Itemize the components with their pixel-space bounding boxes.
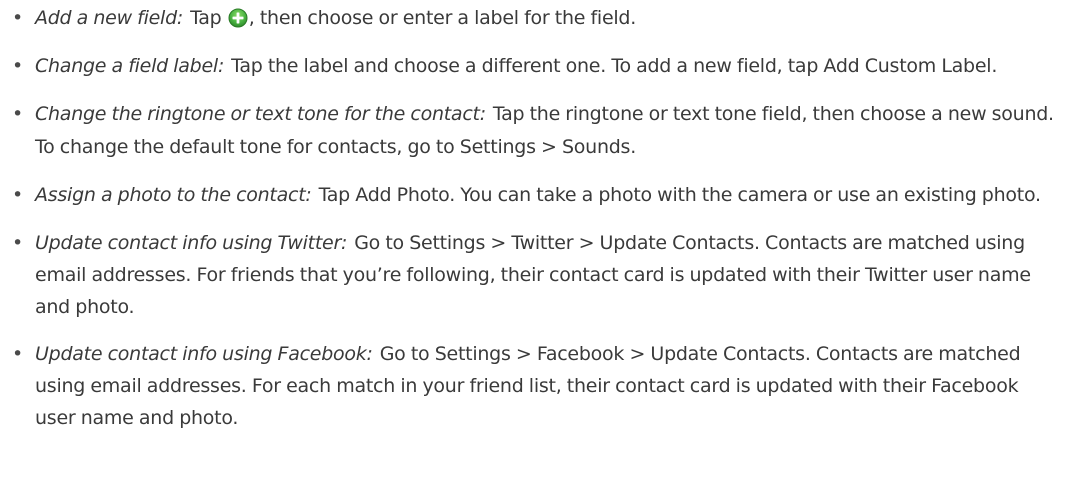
list-item-add-field: • Add a new field: Tap , then choose or e… [12,2,1062,35]
list-item-ringtone: • Change the ringtone or text tone for t… [12,98,1062,164]
document-body: • Add a new field: Tap , then choose or e… [12,2,1062,449]
bullet-marker: • [12,184,23,206]
green-add-circle-icon [228,6,248,28]
list-item-twitter: • Update contact info using Twitter: Go t… [12,227,1062,323]
item-text-before-icon: Tap [190,7,227,29]
item-lead: Update contact info using Twitter: [35,232,348,254]
bullet-marker: • [12,103,23,125]
bullet-marker: • [12,7,23,29]
list-item-facebook: • Update contact info using Facebook: Go … [12,338,1062,434]
item-body: Tap the label and choose a different one… [231,55,998,77]
bullet-list: • Add a new field: Tap , then choose or e… [12,2,1062,434]
list-item-change-label: • Change a field label: Tap the label and… [12,50,1062,83]
item-lead: Add a new field: [35,7,184,29]
list-item-assign-photo: • Assign a photo to the contact: Tap Add … [12,179,1062,212]
bullet-marker: • [12,232,23,254]
item-lead: Change the ringtone or text tone for the… [35,103,486,125]
bullet-marker: • [12,55,23,77]
item-lead: Update contact info using Facebook: [35,343,373,365]
bullet-marker: • [12,343,23,365]
item-body: Tap Add Photo. You can take a photo with… [318,184,1041,206]
item-lead: Change a field label: [35,55,225,77]
item-text-after-icon: , then choose or enter a label for the f… [248,7,637,29]
item-lead: Assign a photo to the contact: [35,184,312,206]
